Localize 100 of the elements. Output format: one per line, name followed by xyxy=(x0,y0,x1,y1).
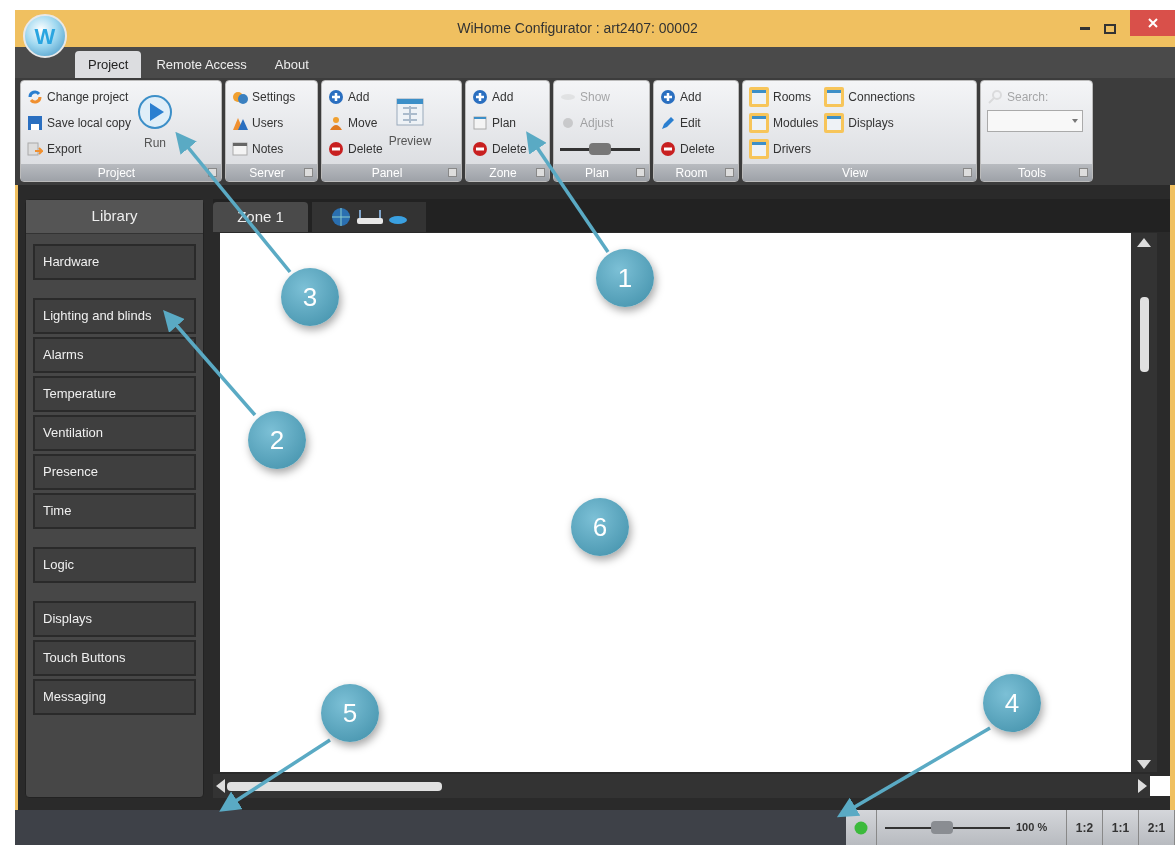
library-item[interactable]: Displays xyxy=(33,601,196,637)
ribbon-button[interactable]: Settings xyxy=(232,84,296,110)
window-icon xyxy=(749,113,769,133)
window-icon xyxy=(824,113,845,133)
zoom-ratio-button[interactable]: 1:2 xyxy=(1067,810,1103,845)
ribbon-button[interactable]: Delete xyxy=(472,136,527,162)
ribbon-button[interactable]: Add xyxy=(328,84,383,110)
scrollbar-thumb[interactable] xyxy=(227,781,442,791)
library-item[interactable]: Touch Buttons xyxy=(33,640,196,676)
window-title: WiHome Configurator : art2407: 00002 xyxy=(456,19,699,38)
ribbon-button[interactable]: Delete xyxy=(328,136,383,162)
group-label: Plan xyxy=(584,164,610,182)
refresh-icon xyxy=(27,89,43,105)
ribbon-button[interactable]: Modules xyxy=(749,110,819,136)
delete-icon xyxy=(328,141,344,157)
group-label: Tools xyxy=(1017,164,1047,182)
status-light-icon xyxy=(854,820,868,835)
adjust-icon xyxy=(560,115,576,131)
dialog-launcher-icon[interactable] xyxy=(304,168,313,177)
ribbon-button[interactable]: Save local copy xyxy=(27,110,132,136)
search-icon xyxy=(987,89,1003,105)
ribbon-button[interactable]: Export xyxy=(27,136,132,162)
close-button[interactable] xyxy=(1130,10,1175,36)
slider-thumb[interactable] xyxy=(931,821,954,834)
pencil-icon xyxy=(660,115,676,131)
library-item[interactable]: Ventilation xyxy=(33,415,196,451)
ribbon-button[interactable]: Rooms xyxy=(749,84,819,110)
maximize-icon[interactable] xyxy=(1104,23,1116,34)
document-icon xyxy=(472,115,488,131)
group-label: Panel xyxy=(370,164,404,182)
minimize-icon[interactable] xyxy=(1080,26,1090,31)
window-icon xyxy=(749,139,769,159)
zoom-ratio-button[interactable]: 1:1 xyxy=(1103,810,1139,845)
globe-icon[interactable] xyxy=(330,206,352,227)
caret-icon[interactable] xyxy=(1072,119,1078,123)
library-item[interactable]: Lighting and blinds xyxy=(33,298,196,334)
ribbon-button[interactable]: Notes xyxy=(232,136,296,162)
ribbon-button[interactable]: Plan xyxy=(472,110,527,136)
library-item[interactable]: Messaging xyxy=(33,679,196,715)
slider-thumb[interactable] xyxy=(589,143,611,155)
library-item[interactable]: Presence xyxy=(33,454,196,490)
delete-icon xyxy=(472,141,488,157)
up-arrow-icon[interactable] xyxy=(1137,236,1151,247)
group-label: Project xyxy=(96,164,137,182)
scroll-corner xyxy=(1150,776,1170,797)
ribbon-tab[interactable]: Project xyxy=(75,51,142,78)
play-icon xyxy=(137,94,174,130)
library-item[interactable]: Hardware xyxy=(33,244,196,280)
left-arrow-icon[interactable] xyxy=(215,779,225,793)
ribbon-tab[interactable]: About xyxy=(261,51,322,78)
library-item[interactable]: Temperature xyxy=(33,376,196,412)
zoom-slider[interactable] xyxy=(885,820,1010,835)
dialog-launcher-icon[interactable] xyxy=(636,168,645,177)
zoom-ratio-button[interactable]: 2:1 xyxy=(1139,810,1175,845)
dialog-launcher-icon[interactable] xyxy=(1079,168,1088,177)
library-item[interactable]: Alarms xyxy=(33,337,196,373)
zoom-level: 100 % xyxy=(1016,820,1048,836)
horizontal-scrollbar[interactable] xyxy=(213,774,1150,798)
library-item[interactable]: Logic xyxy=(33,547,196,583)
ribbon-button[interactable]: Add xyxy=(472,84,527,110)
library-item[interactable]: Time xyxy=(33,493,196,529)
scrollbar-thumb[interactable] xyxy=(1139,296,1149,372)
ribbon-button[interactable]: Displays xyxy=(824,110,916,136)
dialog-launcher-icon[interactable] xyxy=(208,168,217,177)
close-icon[interactable] xyxy=(1147,18,1158,28)
ribbon-button[interactable]: Edit xyxy=(660,110,715,136)
plus-icon xyxy=(472,89,488,105)
ribbon-button[interactable]: Run xyxy=(137,84,174,162)
dialog-launcher-icon[interactable] xyxy=(536,168,545,177)
plus-icon xyxy=(328,89,344,105)
ribbon-button[interactable]: Delete xyxy=(660,136,715,162)
dropdown-field[interactable] xyxy=(987,110,1083,132)
calendar-icon xyxy=(394,96,427,128)
ribbon-tab[interactable]: Remote Access xyxy=(143,51,260,78)
ribbon-button[interactable]: Connections xyxy=(824,84,916,110)
window-icon xyxy=(824,87,845,107)
ribbon-button[interactable]: Move xyxy=(328,110,383,136)
dialog-launcher-icon[interactable] xyxy=(963,168,972,177)
plus-icon xyxy=(660,89,676,105)
panel-title: Library xyxy=(26,200,203,234)
window-icon xyxy=(749,87,769,107)
group-label: View xyxy=(841,164,869,182)
notes-icon xyxy=(232,141,248,157)
ribbon-button[interactable]: Change project xyxy=(27,84,132,110)
settings-icon xyxy=(232,89,248,105)
right-arrow-icon[interactable] xyxy=(1138,779,1148,793)
group-label: Server xyxy=(248,164,286,182)
export-icon xyxy=(27,141,43,157)
dialog-launcher-icon[interactable] xyxy=(725,168,734,177)
ribbon-button[interactable]: Add xyxy=(660,84,715,110)
dialog-launcher-icon[interactable] xyxy=(448,168,457,177)
ribbon-button[interactable]: Users xyxy=(232,110,296,136)
group-label: Zone xyxy=(488,164,518,182)
delete-icon xyxy=(660,141,676,157)
group-label: Room xyxy=(674,164,709,182)
ribbon-button[interactable]: Preview xyxy=(388,84,432,162)
ribbon-button[interactable]: Drivers xyxy=(749,136,819,162)
move-icon xyxy=(328,115,344,131)
vertical-scrollbar[interactable] xyxy=(1131,232,1157,773)
down-arrow-icon[interactable] xyxy=(1137,760,1151,771)
